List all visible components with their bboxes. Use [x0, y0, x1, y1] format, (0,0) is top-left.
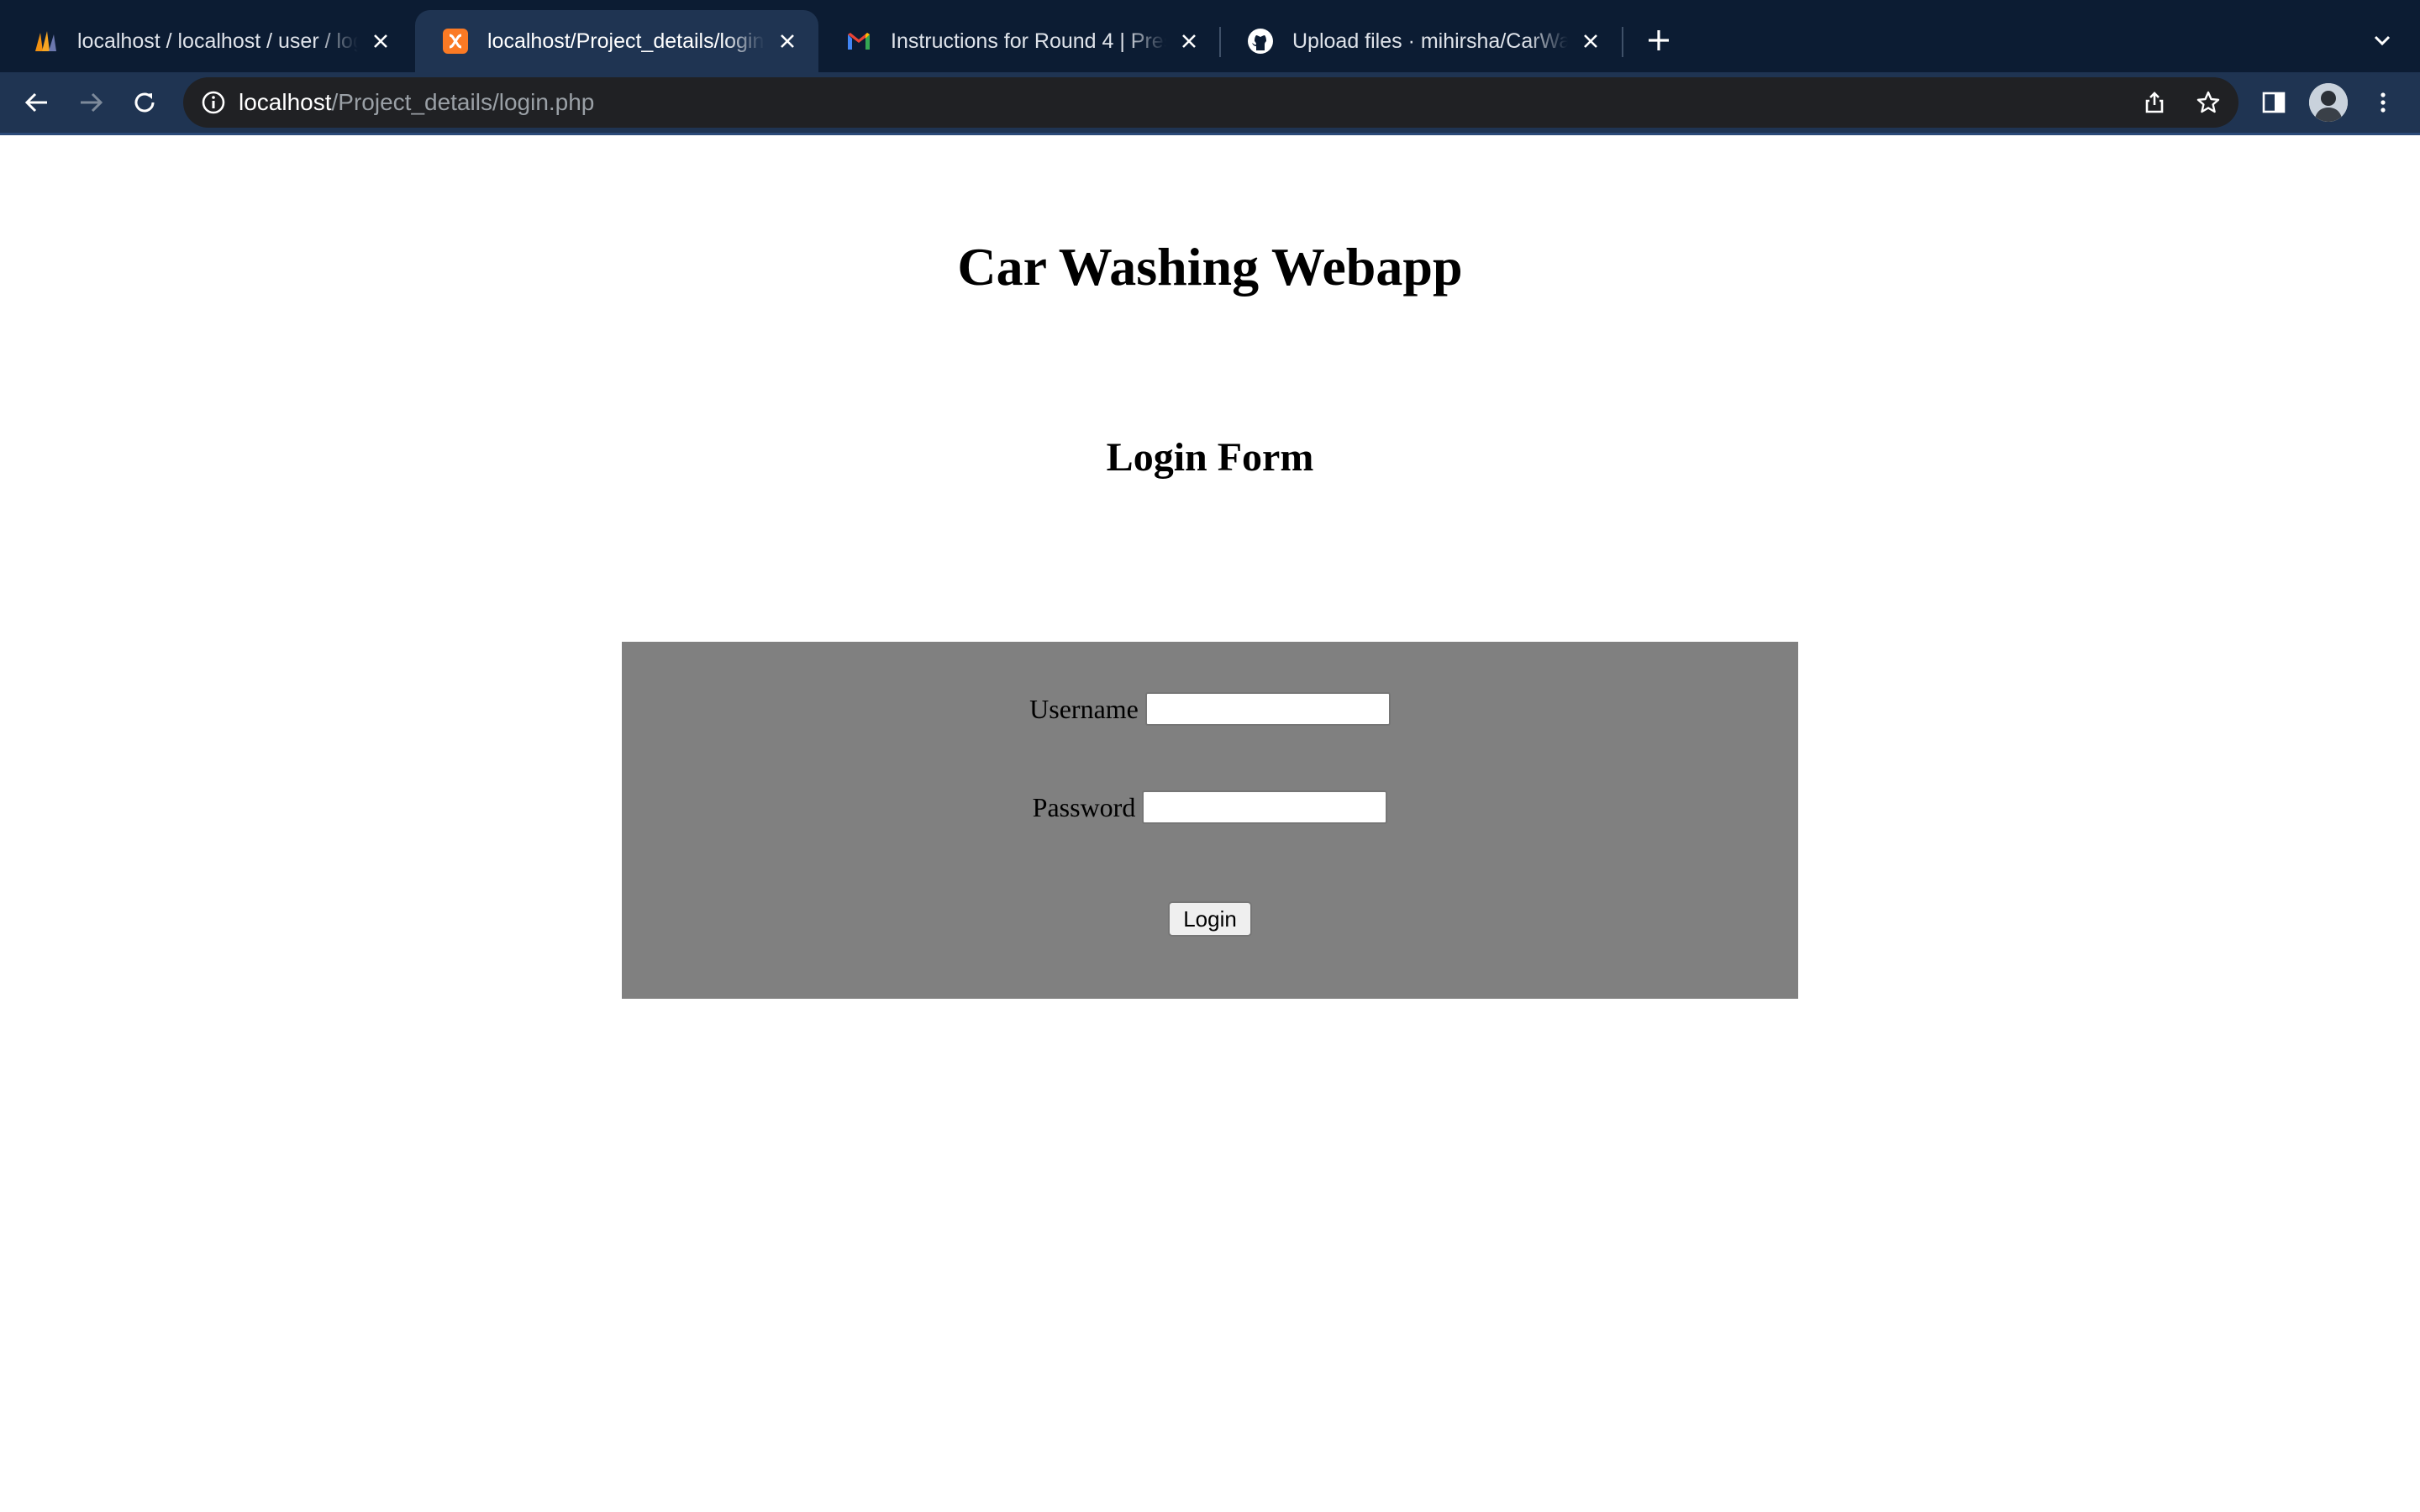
chevron-down-icon [2374, 35, 2391, 46]
form-heading: Login Form [1106, 435, 1314, 480]
username-input[interactable] [1144, 692, 1391, 726]
reload-icon [134, 92, 155, 113]
url-path: /Project_details/login.php [331, 89, 595, 115]
page-title: Car Washing Webapp [957, 237, 1463, 297]
tab-title: Instructions for Round 4 | Presi [891, 29, 1166, 53]
side-panel-icon [2262, 92, 2286, 113]
side-panel-button[interactable] [2257, 86, 2291, 119]
xampp-icon [442, 28, 469, 55]
github-icon [1247, 28, 1274, 55]
username-row: Username [622, 688, 1798, 730]
tab-separator [1622, 27, 1623, 57]
gmail-icon [845, 28, 872, 55]
bookmark-star-icon[interactable] [2195, 89, 2222, 116]
plus-icon [1649, 30, 1669, 50]
username-label: Username [1029, 693, 1139, 724]
arrow-right-icon [81, 92, 103, 113]
tab-search-button[interactable] [2365, 24, 2399, 57]
tab-strip: localhost / localhost / user / log local… [0, 0, 2420, 72]
tab-github[interactable]: Upload files · mihirsha/CarWash [1220, 10, 1622, 72]
forward-button[interactable] [74, 86, 108, 119]
tab-title: localhost/Project_details/login.php [487, 29, 765, 53]
login-button[interactable]: Login [1168, 901, 1252, 937]
password-input[interactable] [1142, 790, 1388, 824]
new-tab-button[interactable] [1640, 22, 1677, 59]
url-host: localhost [239, 89, 332, 115]
close-tab-icon[interactable] [1175, 27, 1203, 55]
more-vert-icon [2381, 92, 2386, 113]
arrow-left-icon [24, 92, 47, 113]
close-tab-icon[interactable] [1576, 27, 1605, 55]
url-text[interactable]: localhost/Project_details/login.php [239, 77, 594, 128]
info-icon[interactable] [200, 89, 227, 116]
password-label: Password [1032, 791, 1136, 822]
page-content: Car Washing Webapp Login Form Username P… [0, 135, 2420, 1512]
tab-gmail[interactable]: Instructions for Round 4 | Presi [818, 10, 1220, 72]
close-tab-icon[interactable] [366, 27, 395, 55]
back-button[interactable] [20, 86, 54, 119]
reload-button[interactable] [128, 86, 161, 119]
browser-toolbar: localhost/Project_details/login.php [0, 72, 2420, 135]
tab-login-page[interactable]: localhost/Project_details/login.php [415, 10, 818, 72]
profile-avatar[interactable] [2309, 83, 2348, 122]
submit-row: Login [622, 900, 1798, 937]
login-form: Username Password Login [622, 642, 1798, 999]
tab-title: localhost / localhost / user / log [77, 29, 358, 53]
tab-phpmyadmin[interactable]: localhost / localhost / user / log [5, 10, 412, 72]
browser-menu-button[interactable] [2366, 86, 2400, 119]
share-icon[interactable] [2141, 89, 2168, 116]
tab-title: Upload files · mihirsha/CarWash [1292, 29, 1568, 53]
close-tab-icon[interactable] [773, 27, 802, 55]
phpmyadmin-icon [32, 28, 59, 55]
password-row: Password [622, 786, 1798, 828]
address-bar[interactable]: localhost/Project_details/login.php [183, 77, 2238, 128]
